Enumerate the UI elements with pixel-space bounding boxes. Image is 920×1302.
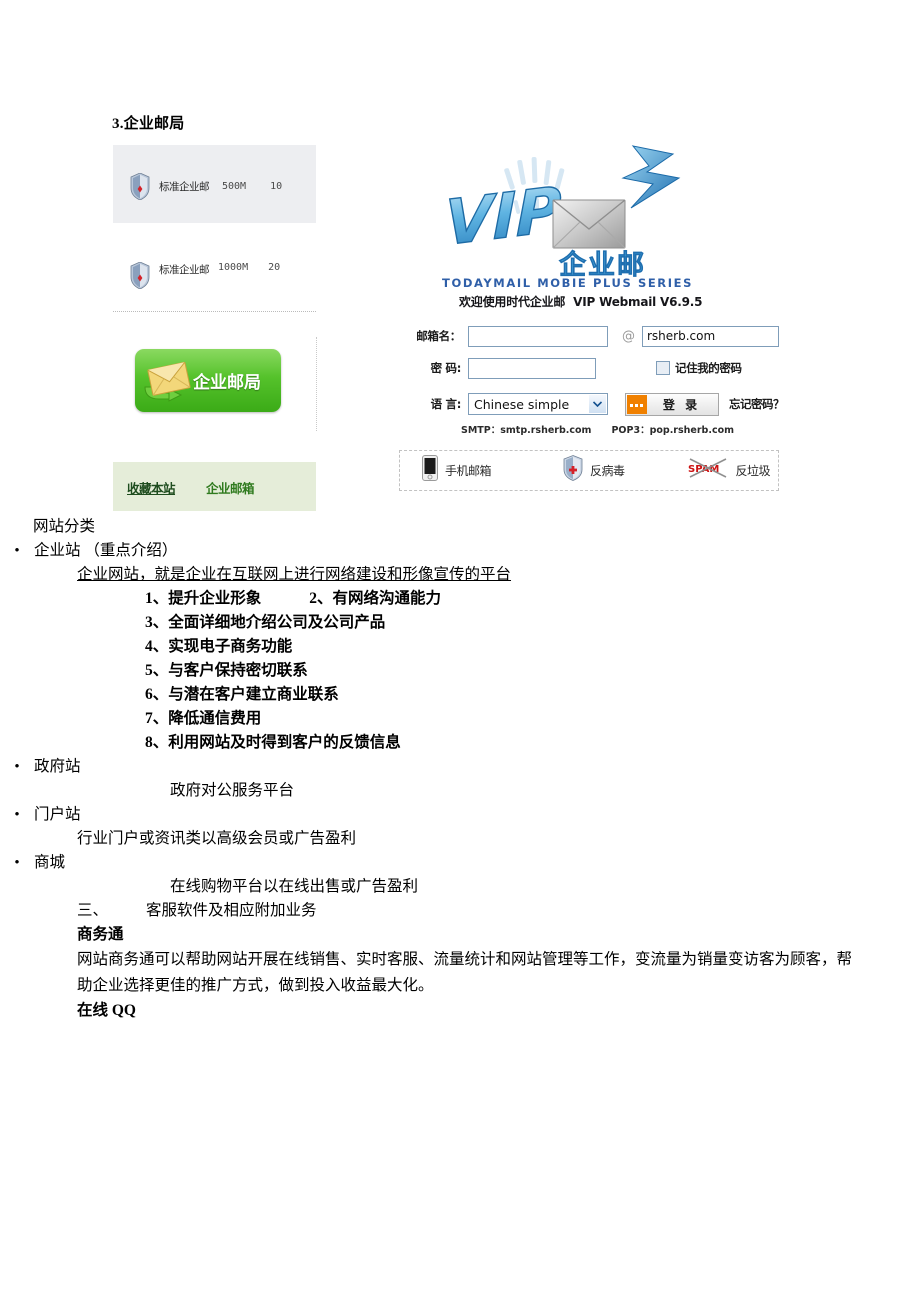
spam-blocked-icon: SPAM xyxy=(687,455,729,486)
mobile-phone-icon xyxy=(422,455,438,486)
list-item: • 门户站 xyxy=(0,803,920,827)
sub-item-text: 2、有网络沟通能力 xyxy=(309,590,442,607)
mail-product-name: 标准企业邮 xyxy=(159,264,210,276)
bullet-icon: • xyxy=(14,759,20,775)
list-item: • 政府站 xyxy=(0,755,920,779)
list-item-description: 行业门户或资讯类以高级会员或广告盈利 xyxy=(77,830,357,847)
sub-item: 8、利用网站及时得到客户的反馈信息 xyxy=(145,734,401,751)
language-select-value: Chinese simple xyxy=(474,396,570,412)
features-bar: 手机邮箱 反病毒 SPAM xyxy=(399,450,779,491)
mail-product-row[interactable]: 标准企业邮 1000M 20 xyxy=(113,248,316,312)
section-title: 网站分类 xyxy=(33,518,96,535)
sub-item: 4、实现电子商务功能 xyxy=(145,638,293,655)
feature-mobile-mail-label: 手机邮箱 xyxy=(445,464,492,478)
server-info: SMTP：smtp.rsherb.com POP3：pop.rsherb.com xyxy=(461,422,734,436)
list-item-description: 企业网站，就是企业在互联网上进行网络建设和形像宣传的平台 xyxy=(77,566,512,583)
remember-password-label: 记住我的密码 xyxy=(675,361,742,375)
account-input[interactable] xyxy=(468,325,608,347)
language-label: 语 言: xyxy=(430,397,462,411)
section-three-number: 三、 xyxy=(77,902,109,919)
section-three-heading: 三、 客服软件及相应附加业务 xyxy=(0,899,920,923)
section-three-title: 客服软件及相应附加业务 xyxy=(146,902,317,919)
welcome-text: 欢迎使用时代企业邮 xyxy=(459,295,566,309)
list-item: • 企业站 （重点介绍） xyxy=(0,539,920,563)
account-row: 邮箱名： @ xyxy=(395,323,779,349)
mail-product-row[interactable]: 标准企业邮 500M 10 xyxy=(113,145,316,223)
feature-antivirus-label: 反病毒 xyxy=(590,464,625,478)
login-button-label: 登 录 xyxy=(662,397,701,412)
feature-antispam-label: 反垃圾 xyxy=(735,464,771,478)
password-row: 密 码: 记住我的密码 xyxy=(395,355,742,381)
webmail-login-widget: VIP 企业邮 TODAYMAIL MOBIE PLUS SERIES 欢迎使用… xyxy=(395,138,785,506)
pop3-info: POP3：pop.rsherb.com xyxy=(611,425,734,436)
mail-product-count: 10 xyxy=(270,180,283,192)
feature-mobile-mail[interactable]: 手机邮箱 xyxy=(422,455,492,486)
svg-text:企业邮: 企业邮 xyxy=(559,249,646,278)
feature-antispam[interactable]: SPAM 反垃圾 xyxy=(687,455,771,486)
bookmark-site-link[interactable]: 收藏本站 xyxy=(127,478,176,497)
sub-item: 5、与客户保持密切联系 xyxy=(145,662,308,679)
links-bar: 收藏本站 企业邮箱 xyxy=(113,461,316,511)
enterprise-mail-button-label: 企业邮局 xyxy=(193,373,261,393)
mail-product-name: 标准企业邮 xyxy=(159,180,210,193)
sub-item: 7、降低通信费用 xyxy=(145,710,262,727)
sub-item-text: 1、提升企业形象 xyxy=(145,590,262,607)
remember-password-checkbox-group[interactable]: 记住我的密码 xyxy=(656,360,742,376)
sub-item: 3、全面详细地介绍公司及公司产品 xyxy=(145,614,386,631)
vip-logo: VIP 企业邮 xyxy=(435,138,715,281)
bullet-icon: • xyxy=(14,807,20,823)
shield-icon xyxy=(130,262,150,289)
feature-antivirus[interactable]: 反病毒 xyxy=(563,455,625,486)
at-symbol-icon: @ xyxy=(622,328,635,344)
list-item-label: 企业站 （重点介绍） xyxy=(34,542,178,559)
list-item-label: 门户站 xyxy=(34,806,81,823)
language-row: 语 言: Chinese simple 登 录 忘记密码？ xyxy=(395,391,785,417)
version-text: VIP Webmail V6.9.5 xyxy=(573,295,703,309)
mail-button-container: 企业邮局 xyxy=(113,337,317,431)
document-body: 网站分类 • 企业站 （重点介绍） 企业网站，就是企业在互联网上进行网络建设和形… xyxy=(0,515,920,1023)
body-paragraph: 网站商务通可以帮助网站开展在线销售、实时客服、流量统计和网站管理等工作，变流量为… xyxy=(77,951,853,994)
subsection-title: 商务通 xyxy=(77,926,124,943)
language-select[interactable]: Chinese simple xyxy=(468,393,608,415)
chevron-down-icon[interactable] xyxy=(589,395,606,413)
login-button[interactable]: 登 录 xyxy=(625,392,719,416)
last-line: 在线 QQ xyxy=(77,1002,136,1019)
sub-item: 6、与潜在客户建立商业联系 xyxy=(145,686,339,703)
svg-text:VIP: VIP xyxy=(445,173,561,260)
password-input[interactable] xyxy=(468,357,596,379)
brand-series-text: TODAYMAIL MOBIE PLUS SERIES xyxy=(442,276,693,290)
sub-item: 1、提升企业形象 2、有网络沟通能力 xyxy=(0,587,920,611)
login-key-icon xyxy=(627,394,647,414)
bullet-icon: • xyxy=(14,855,20,871)
account-label: 邮箱名： xyxy=(416,329,461,343)
list-item-label: 政府站 xyxy=(34,758,81,775)
forgot-password-link[interactable]: 忘记密码？ xyxy=(729,396,785,412)
domain-input[interactable] xyxy=(642,325,779,347)
brand-welcome-text: 欢迎使用时代企业邮 VIP Webmail V6.9.5 xyxy=(459,293,702,310)
list-item-label: 商城 xyxy=(34,854,66,871)
shield-antivirus-icon xyxy=(563,455,583,486)
page-title: 3.企业邮局 xyxy=(112,116,185,132)
smtp-info: SMTP：smtp.rsherb.com xyxy=(461,425,592,436)
list-item: • 商城 xyxy=(0,851,920,875)
enterprise-mail-button[interactable]: 企业邮局 xyxy=(135,349,281,412)
list-item-description: 政府对公服务平台 xyxy=(170,782,295,799)
mail-product-size: 500M xyxy=(222,180,247,192)
remember-password-checkbox[interactable] xyxy=(656,361,670,375)
shield-icon xyxy=(130,172,150,200)
password-label: 密 码: xyxy=(430,361,462,375)
enterprise-mailbox-link[interactable]: 企业邮箱 xyxy=(206,478,255,497)
bullet-icon: • xyxy=(14,543,20,559)
mail-product-size: 1000M xyxy=(218,262,249,273)
envelope-arrow-icon xyxy=(141,357,195,405)
list-item-description: 在线购物平台以在线出售或广告盈利 xyxy=(170,878,419,895)
mail-product-count: 20 xyxy=(268,262,281,273)
